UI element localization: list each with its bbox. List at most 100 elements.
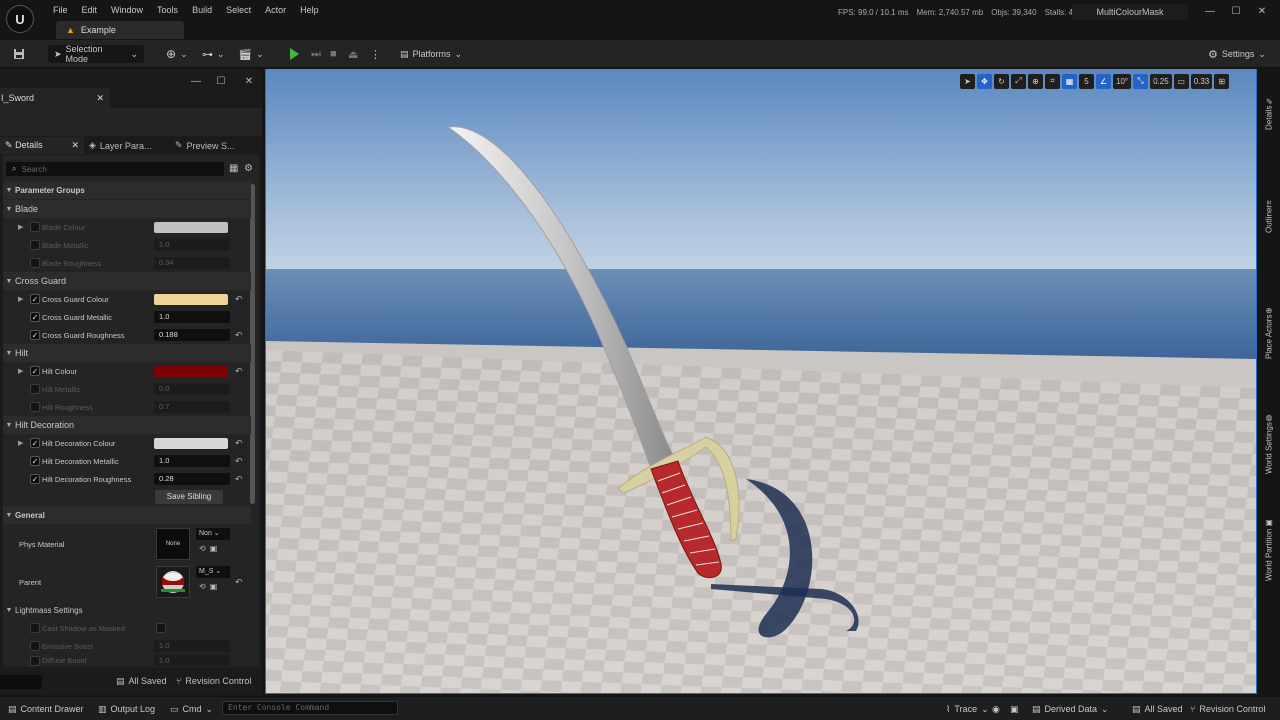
scale-icon[interactable]: ⤢	[1011, 73, 1026, 89]
unreal-logo-icon[interactable]: U	[6, 5, 34, 33]
blade-colour-swatch[interactable]	[154, 221, 228, 233]
panel-close-button[interactable]: ✕	[237, 75, 261, 89]
menu-actor[interactable]: Actor	[258, 4, 293, 16]
eject-button[interactable]: ⏏︎	[348, 45, 358, 63]
param-value-input[interactable]: 1.0	[154, 655, 230, 666]
cinematics-button[interactable]: 🎬︎ ⌄	[238, 45, 264, 63]
tab-details[interactable]: ✎ Details ✕	[0, 137, 84, 154]
param-checkbox[interactable]	[30, 240, 40, 250]
reset-icon[interactable]: ↶	[235, 330, 243, 341]
reset-icon[interactable]: ↶	[235, 294, 243, 305]
hilt-colour-swatch[interactable]	[154, 365, 228, 377]
world-local-icon[interactable]: ⊕	[1028, 73, 1043, 89]
play-options-button[interactable]: ⋮	[370, 45, 381, 63]
param-value-input[interactable]: 1.0	[154, 311, 230, 323]
expand-icon[interactable]: ▶	[18, 367, 23, 375]
param-checkbox[interactable]	[30, 623, 40, 633]
param-checkbox[interactable]	[30, 222, 40, 232]
expand-icon[interactable]: ▶	[18, 223, 23, 231]
search-input[interactable]: ⌕ Search	[6, 162, 224, 176]
param-checkbox[interactable]: ✓	[30, 366, 40, 376]
level-tab[interactable]: ▲ Example	[56, 21, 184, 39]
save-icon[interactable]	[10, 45, 28, 63]
reset-icon[interactable]: ↶	[235, 366, 243, 377]
reset-icon[interactable]: ↶	[235, 577, 243, 588]
add-content-button[interactable]: ⊕ ⌄	[166, 45, 188, 63]
panel-maximize-button[interactable]: ☐	[209, 75, 233, 89]
scale-snap-icon[interactable]: ⤡	[1133, 73, 1149, 89]
camera-speed-value[interactable]: 0.33	[1190, 73, 1213, 89]
param-value-input[interactable]: 0.188	[154, 329, 230, 341]
camera-icon[interactable]: ▣	[1010, 702, 1019, 716]
cast-shadow-value-checkbox[interactable]	[156, 623, 166, 633]
side-tab-details[interactable]: Details ✎	[1259, 77, 1279, 149]
phys-material-dropdown[interactable]: Non ⌄	[196, 528, 230, 540]
param-value-input[interactable]: 0.0	[154, 383, 230, 395]
expand-icon[interactable]: ▶	[18, 295, 23, 303]
angle-snap-value[interactable]: 10°	[1113, 73, 1132, 89]
output-log-button[interactable]: ▥ Output Log	[98, 702, 155, 716]
rotate-icon[interactable]: ↻	[994, 73, 1009, 89]
menu-window[interactable]: Window	[104, 4, 150, 16]
param-checkbox[interactable]: ✓	[30, 330, 40, 340]
surface-snap-icon[interactable]: ⌗	[1045, 73, 1060, 89]
side-tab-place-actors[interactable]: Place Actors ⊕	[1259, 287, 1279, 379]
close-icon[interactable]: ✕	[96, 93, 104, 104]
param-value-input[interactable]: 1.0	[154, 455, 230, 467]
param-value-input[interactable]: 1.0	[154, 239, 230, 251]
select-mode-icon[interactable]: ➤	[960, 73, 975, 89]
cross-guard-colour-swatch[interactable]	[154, 293, 228, 305]
menu-build[interactable]: Build	[185, 4, 219, 16]
group-cross-guard-header[interactable]: ▼ Cross Guard	[3, 272, 251, 290]
expand-icon[interactable]: ▶	[18, 439, 23, 447]
viewport-layout-icon[interactable]: ⊞	[1214, 73, 1230, 89]
cmd-dropdown[interactable]: ▭ Cmd ⌄	[170, 702, 213, 716]
param-checkbox[interactable]: ✓	[30, 474, 40, 484]
panel-all-saved[interactable]: ▤ All Saved	[116, 676, 167, 687]
save-sibling-button[interactable]: Save Sibling	[155, 490, 223, 504]
play-button[interactable]	[290, 45, 299, 63]
maximize-window-button[interactable]: ☐	[1224, 5, 1248, 19]
asset-browse-icons[interactable]: ⟲▣	[199, 544, 221, 553]
param-checkbox[interactable]: ✓	[30, 456, 40, 466]
parameter-groups-header[interactable]: ▼ Parameter Groups	[3, 181, 251, 199]
param-value-input[interactable]: 0.28	[154, 473, 230, 485]
all-saved-button[interactable]: ▤ All Saved	[1132, 702, 1183, 716]
asset-browse-icons[interactable]: ⟲▣	[199, 582, 221, 591]
menu-file[interactable]: File	[46, 4, 75, 16]
general-header[interactable]: ▼ General	[3, 506, 251, 524]
translate-icon[interactable]: ✥	[977, 73, 992, 89]
menu-select[interactable]: Select	[219, 4, 258, 16]
content-drawer-button[interactable]: ▤ Content Drawer	[8, 702, 84, 716]
panel-revision-control[interactable]: ⑂ Revision Control	[176, 676, 251, 686]
reset-icon[interactable]: ↶	[235, 456, 243, 467]
revision-control-button[interactable]: ⑂ Revision Control	[1190, 702, 1265, 716]
param-value-input[interactable]: 1.0	[154, 640, 230, 652]
asset-tab[interactable]: I_Sword ✕	[0, 88, 110, 108]
derived-data-button[interactable]: ▤ Derived Data ⌄	[1032, 702, 1109, 716]
param-checkbox[interactable]	[30, 641, 40, 651]
param-value-input[interactable]: 0.34	[154, 257, 230, 269]
param-checkbox[interactable]	[30, 402, 40, 412]
tab-layer-parameters[interactable]: ◈ Layer Para...	[84, 137, 170, 154]
group-blade-header[interactable]: ▼ Blade	[3, 200, 251, 218]
param-checkbox[interactable]	[30, 258, 40, 268]
menu-help[interactable]: Help	[293, 4, 326, 16]
gear-icon[interactable]: ⚙	[244, 163, 253, 174]
panel-console-box[interactable]	[0, 675, 42, 689]
console-command-input[interactable]: Enter Console Command	[222, 701, 398, 715]
param-checkbox[interactable]: ✓	[30, 312, 40, 322]
side-tab-world-partition[interactable]: World Partition ▣	[1259, 501, 1279, 599]
side-tab-outliner[interactable]: Outliner ≡	[1259, 181, 1279, 253]
record-icon[interactable]: ◉	[992, 702, 1000, 716]
menu-tools[interactable]: Tools	[150, 4, 185, 16]
viewport-scene[interactable]	[266, 69, 1257, 694]
phys-material-thumbnail[interactable]: None	[156, 528, 190, 560]
group-hilt-header[interactable]: ▼ Hilt	[3, 344, 251, 362]
reset-icon[interactable]: ↶	[235, 438, 243, 449]
parent-dropdown[interactable]: M_S ⌄	[196, 566, 230, 578]
selection-mode-dropdown[interactable]: ➤ Selection Mode ⌄	[48, 44, 144, 64]
advance-frame-button[interactable]: ⏭︎	[311, 45, 321, 63]
param-checkbox[interactable]: ✓	[30, 294, 40, 304]
table-view-icon[interactable]: ▦	[229, 163, 238, 174]
